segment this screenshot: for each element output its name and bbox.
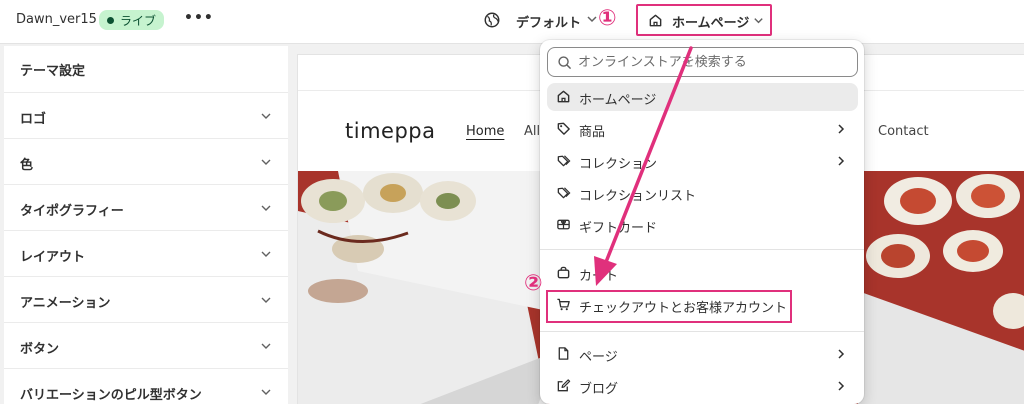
live-status-badge: ライブ	[99, 10, 165, 30]
chevron-right-icon	[838, 156, 845, 166]
menu-item-homepage[interactable]: ホームページ	[547, 83, 858, 111]
settings-row-animation[interactable]: アニメーション	[4, 276, 288, 322]
menu-item-cart[interactable]: カート	[547, 259, 858, 287]
status-dot-icon	[107, 16, 114, 24]
menu-item-pages[interactable]: ページ	[547, 340, 858, 368]
collection-tag-icon	[557, 155, 571, 167]
menu-item-label: コレクション	[579, 157, 658, 172]
menu-divider	[540, 331, 864, 332]
store-logo[interactable]: timeppa	[345, 119, 435, 143]
menu-item-collections[interactable]: コレクション	[547, 147, 858, 175]
settings-row-label: ボタン	[20, 342, 60, 357]
nav-link-all[interactable]: All	[524, 124, 540, 139]
settings-row-buttons[interactable]: ボタン	[4, 322, 288, 368]
settings-row-label: 色	[20, 158, 34, 173]
settings-row-logo[interactable]: ロゴ	[4, 92, 288, 138]
menu-item-blog[interactable]: ブログ	[547, 372, 858, 400]
globe-icon[interactable]	[483, 11, 501, 29]
highlight-box-checkout	[546, 290, 792, 323]
settings-row-label: レイアウト	[20, 250, 86, 265]
chevron-right-icon	[838, 124, 845, 134]
page-selector-label: ホームページ	[672, 16, 750, 31]
settings-row-typography[interactable]: タイポグラフィー	[4, 184, 288, 230]
menu-item-label: ホームページ	[579, 93, 657, 108]
chevron-right-icon	[838, 381, 845, 391]
chevron-down-icon	[261, 343, 271, 349]
settings-row-layout[interactable]: レイアウト	[4, 230, 288, 276]
menu-item-label: コレクションリスト	[579, 189, 697, 204]
nav-link-home[interactable]: Home	[466, 124, 504, 139]
chevron-down-icon[interactable]	[585, 12, 599, 26]
settings-row-label: バリエーションのピル型ボタン	[20, 388, 202, 403]
page-icon	[558, 347, 569, 360]
settings-row-colors[interactable]: 色	[4, 138, 288, 184]
chevron-down-icon	[261, 159, 271, 165]
home-icon	[649, 14, 662, 27]
chevron-down-icon	[261, 389, 271, 395]
settings-row-label: アニメーション	[20, 296, 111, 311]
menu-item-gift-card[interactable]: ギフトカード	[547, 211, 858, 239]
menu-item-collection-list[interactable]: コレクションリスト	[547, 179, 858, 207]
menu-item-products[interactable]: 商品	[547, 115, 858, 143]
top-bar: Dawn_ver15 ライブ ••• デフォルト ① ホームページ	[0, 0, 1024, 44]
menu-item-label: カート	[579, 269, 619, 284]
menu-divider	[540, 249, 864, 250]
chevron-down-icon	[261, 113, 271, 119]
panel-title: テーマ設定	[20, 64, 86, 79]
menu-item-label: ページ	[579, 350, 618, 365]
menu-item-label: 商品	[579, 125, 606, 140]
search-icon	[558, 56, 571, 69]
chevron-down-icon	[754, 18, 763, 24]
search-box[interactable]	[547, 47, 858, 77]
chevron-down-icon	[261, 251, 271, 257]
page-selector-dropdown: ホームページ 商品 コレクション コレクションリスト ギフトカ	[540, 40, 864, 404]
chevron-down-icon	[261, 297, 271, 303]
theme-settings-panel: テーマ設定 ロゴ 色 タイポグラフィー レイアウト アニメーション ボタン バリ…	[4, 46, 288, 404]
settings-row-label: タイポグラフィー	[20, 204, 124, 219]
blog-icon	[557, 379, 571, 392]
chevron-down-icon	[261, 205, 271, 211]
gift-card-icon	[557, 219, 570, 230]
theme-name[interactable]: Dawn_ver15	[16, 12, 97, 27]
search-input[interactable]	[578, 53, 848, 71]
page-selector-button[interactable]: ホームページ	[636, 4, 772, 36]
language-selector[interactable]: デフォルト	[516, 12, 581, 31]
status-badge-label: ライブ	[120, 13, 157, 28]
annotation-number-2: ②	[524, 271, 543, 296]
settings-row-variant-pills[interactable]: バリエーションのピル型ボタン	[4, 368, 288, 404]
bag-icon	[557, 266, 570, 279]
menu-item-label: ブログ	[579, 382, 619, 397]
chevron-right-icon	[838, 349, 845, 359]
menu-item-label: ギフトカード	[579, 221, 658, 236]
annotation-number-1: ①	[598, 6, 617, 31]
collection-list-icon	[557, 187, 571, 199]
tag-icon	[557, 122, 570, 135]
more-actions-button[interactable]: •••	[184, 8, 213, 30]
settings-row-label: ロゴ	[20, 112, 47, 127]
home-icon	[557, 90, 570, 103]
nav-link-contact[interactable]: Contact	[878, 124, 929, 139]
